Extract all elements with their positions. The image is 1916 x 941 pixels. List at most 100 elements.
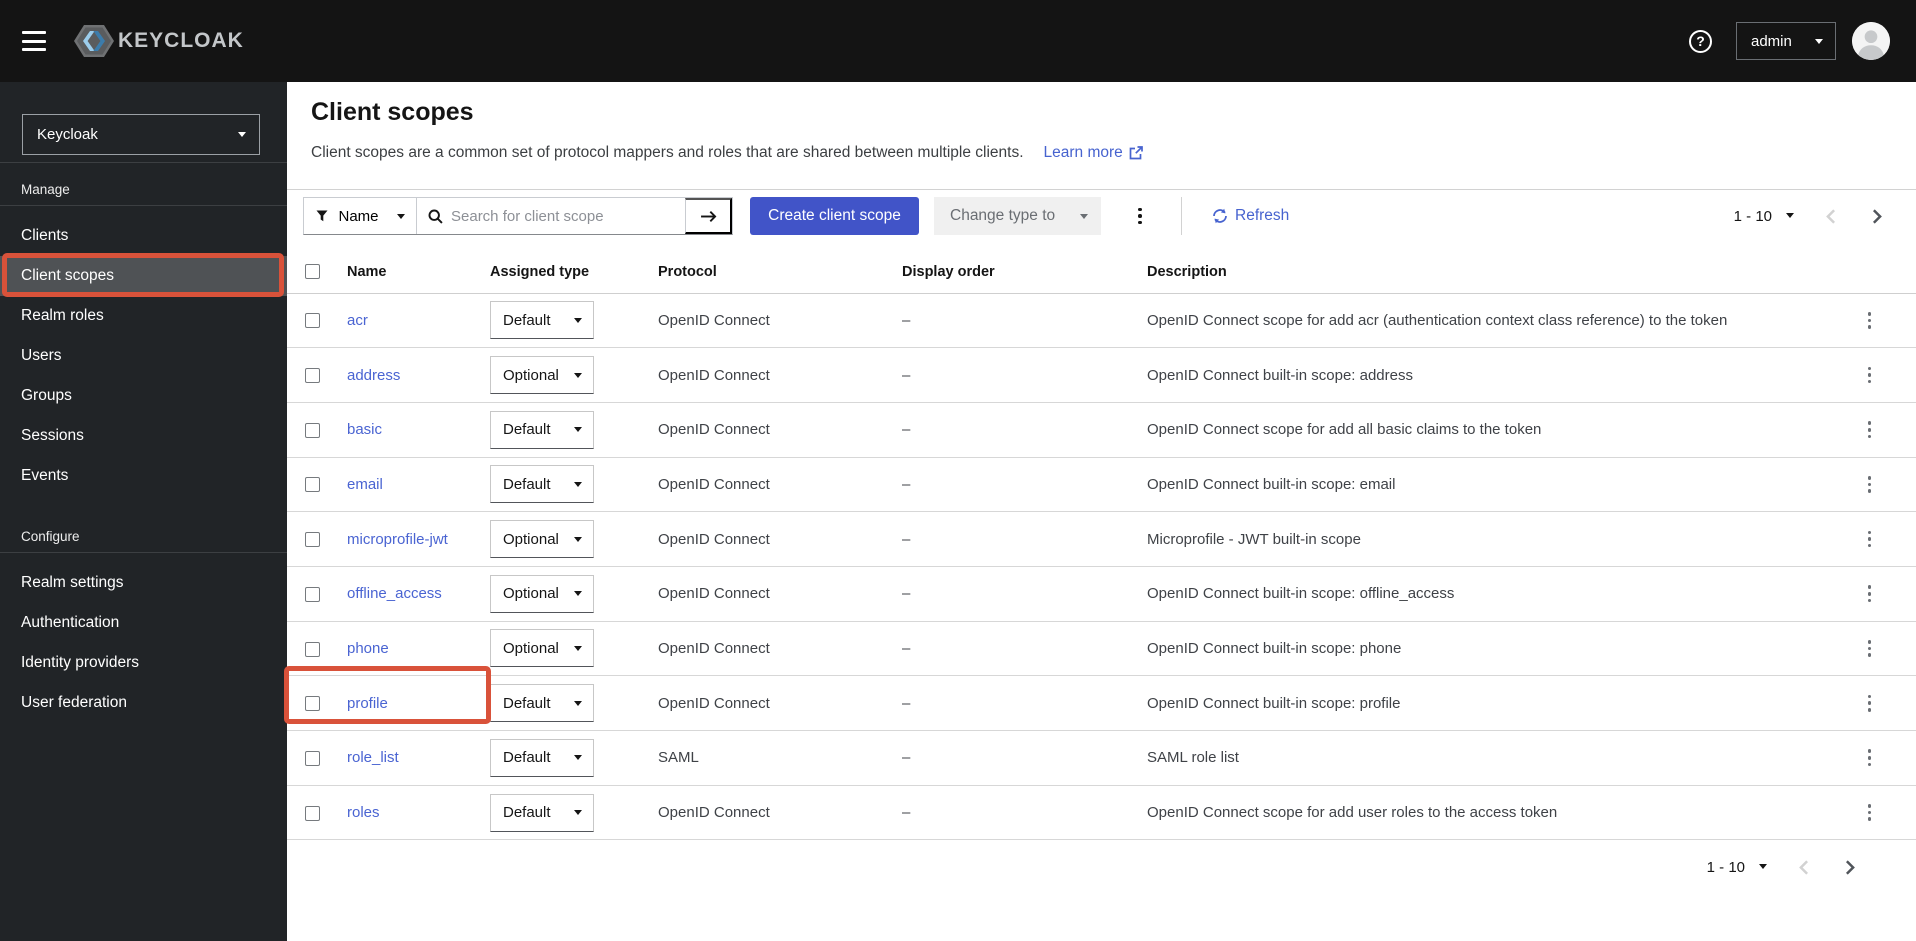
cell-description: OpenID Connect scope for add user roles … xyxy=(1147,785,1823,841)
assigned-type-select[interactable]: Default xyxy=(490,684,594,723)
column-header-display-order: Display order xyxy=(902,235,1147,294)
row-kebab-menu[interactable] xyxy=(1860,688,1880,718)
table-header-row: Name Assigned type Protocol Display order De… xyxy=(287,235,1916,294)
cell-checkbox xyxy=(287,293,347,349)
cell-display-order: – xyxy=(902,621,1147,677)
select-all-checkbox[interactable] xyxy=(305,264,320,280)
search-submit-button[interactable] xyxy=(685,198,732,234)
column-header-name: Name xyxy=(347,235,490,294)
sidebar-item-sessions[interactable]: Sessions xyxy=(0,416,287,456)
sidebar-item-groups[interactable]: Groups xyxy=(0,376,287,416)
caret-down-icon xyxy=(574,591,582,597)
assigned-type-select[interactable]: Optional xyxy=(490,574,594,613)
row-kebab-menu[interactable] xyxy=(1860,579,1880,609)
cell-name: basic xyxy=(347,402,490,458)
row-checkbox[interactable] xyxy=(305,532,320,548)
scope-name-link[interactable]: role_list xyxy=(347,749,399,766)
scope-name-link[interactable]: email xyxy=(347,476,383,493)
row-checkbox[interactable] xyxy=(305,313,320,329)
row-kebab-menu[interactable] xyxy=(1860,469,1880,499)
table-row-email: email Default OpenID Connect – OpenID Connec… xyxy=(287,457,1916,513)
scope-name-link[interactable]: offline_access xyxy=(347,585,442,602)
row-checkbox[interactable] xyxy=(305,641,320,657)
keycloak-logo[interactable]: KEYCLOAK xyxy=(74,23,244,59)
cell-description: OpenID Connect scope for add all basic c… xyxy=(1147,402,1823,458)
previous-page-icon[interactable] xyxy=(1826,208,1840,224)
user-menu-dropdown[interactable]: admin xyxy=(1736,22,1836,60)
assigned-type-select[interactable]: Default xyxy=(490,301,594,340)
sidebar-item-label: User federation xyxy=(21,694,127,711)
caret-down-icon xyxy=(574,372,582,378)
sidebar-item-authentication[interactable]: Authentication xyxy=(0,603,287,643)
sidebar-item-events[interactable]: Events xyxy=(0,456,287,496)
cell-name: email xyxy=(347,457,490,513)
cell-actions xyxy=(1823,457,1916,513)
cell-checkbox xyxy=(287,566,347,622)
row-kebab-menu[interactable] xyxy=(1860,415,1880,445)
search-input[interactable] xyxy=(451,207,666,225)
cell-assigned-type: Default xyxy=(490,402,658,458)
assigned-type-value: Default xyxy=(503,804,551,822)
cell-protocol: OpenID Connect xyxy=(658,293,902,349)
sidebar-item-realm-roles[interactable]: Realm roles xyxy=(0,296,287,336)
row-checkbox[interactable] xyxy=(305,750,320,766)
sidebar-item-user-federation[interactable]: User federation xyxy=(0,683,287,723)
change-type-dropdown[interactable]: Change type to xyxy=(934,197,1101,235)
nav-list: Clients Client scopes Realm roles Users Grou… xyxy=(0,206,287,496)
row-kebab-menu[interactable] xyxy=(1860,524,1880,554)
sidebar-item-identity-providers[interactable]: Identity providers xyxy=(0,643,287,683)
row-kebab-menu[interactable] xyxy=(1860,798,1880,828)
sidebar: Keycloak Manage Clients Client scopes Realm… xyxy=(0,82,287,941)
assigned-type-select[interactable]: Default xyxy=(490,465,594,504)
row-kebab-menu[interactable] xyxy=(1860,305,1880,335)
filter-type-dropdown[interactable]: Name xyxy=(304,198,416,234)
scope-name-link[interactable]: roles xyxy=(347,804,380,821)
hamburger-menu-icon[interactable] xyxy=(22,31,48,51)
scope-name-link[interactable]: address xyxy=(347,367,400,384)
assigned-type-select[interactable]: Optional xyxy=(490,356,594,395)
assigned-type-select[interactable]: Optional xyxy=(490,629,594,668)
assigned-type-value: Default xyxy=(503,421,551,439)
assigned-type-select[interactable]: Optional xyxy=(490,520,594,559)
realm-selector[interactable]: Keycloak xyxy=(22,114,260,155)
sidebar-item-clients[interactable]: Clients xyxy=(0,216,287,256)
row-kebab-menu[interactable] xyxy=(1860,633,1880,663)
row-checkbox[interactable] xyxy=(305,805,320,821)
cell-description: OpenID Connect built-in scope: address xyxy=(1147,347,1823,403)
sidebar-item-users[interactable]: Users xyxy=(0,336,287,376)
pagination-menu-toggle[interactable] xyxy=(1786,212,1794,220)
next-page-icon[interactable] xyxy=(1845,860,1859,876)
pagination-bottom: 1 - 10 xyxy=(1707,859,1859,876)
page-description: Client scopes are a common set of protoc… xyxy=(311,144,1024,161)
cell-name: role_list xyxy=(347,730,490,786)
learn-more-label: Learn more xyxy=(1043,144,1123,161)
row-checkbox[interactable] xyxy=(305,368,320,384)
scope-name-link[interactable]: microprofile-jwt xyxy=(347,531,448,548)
assigned-type-select[interactable]: Default xyxy=(490,793,594,832)
previous-page-icon[interactable] xyxy=(1799,860,1813,876)
row-checkbox[interactable] xyxy=(305,477,320,493)
row-checkbox[interactable] xyxy=(305,586,320,602)
help-icon[interactable]: ? xyxy=(1689,29,1712,53)
row-checkbox[interactable] xyxy=(305,422,320,438)
scope-name-link[interactable]: basic xyxy=(347,421,382,438)
row-kebab-menu[interactable] xyxy=(1860,743,1880,773)
assigned-type-select[interactable]: Default xyxy=(490,410,594,449)
assigned-type-value: Default xyxy=(503,311,551,329)
pagination-menu-toggle[interactable] xyxy=(1759,864,1767,871)
avatar[interactable] xyxy=(1852,22,1890,60)
next-page-icon[interactable] xyxy=(1872,208,1886,224)
sidebar-item-realm-settings[interactable]: Realm settings xyxy=(0,563,287,603)
change-type-label: Change type to xyxy=(950,207,1056,224)
masthead: KEYCLOAK ? admin xyxy=(0,0,1916,82)
toolbar-kebab-menu[interactable] xyxy=(1128,197,1152,235)
learn-more-link[interactable]: Learn more xyxy=(1044,142,1143,163)
refresh-button[interactable]: Refresh xyxy=(1212,207,1289,225)
create-client-scope-button[interactable]: Create client scope xyxy=(750,197,919,235)
scope-name-link[interactable]: phone xyxy=(347,640,389,657)
scope-name-link[interactable]: acr xyxy=(347,312,368,329)
assigned-type-select[interactable]: Default xyxy=(490,738,594,777)
row-kebab-menu[interactable] xyxy=(1860,360,1880,390)
cell-description: OpenID Connect scope for add acr (authen… xyxy=(1147,293,1823,349)
assigned-type-value: Default xyxy=(503,475,551,493)
